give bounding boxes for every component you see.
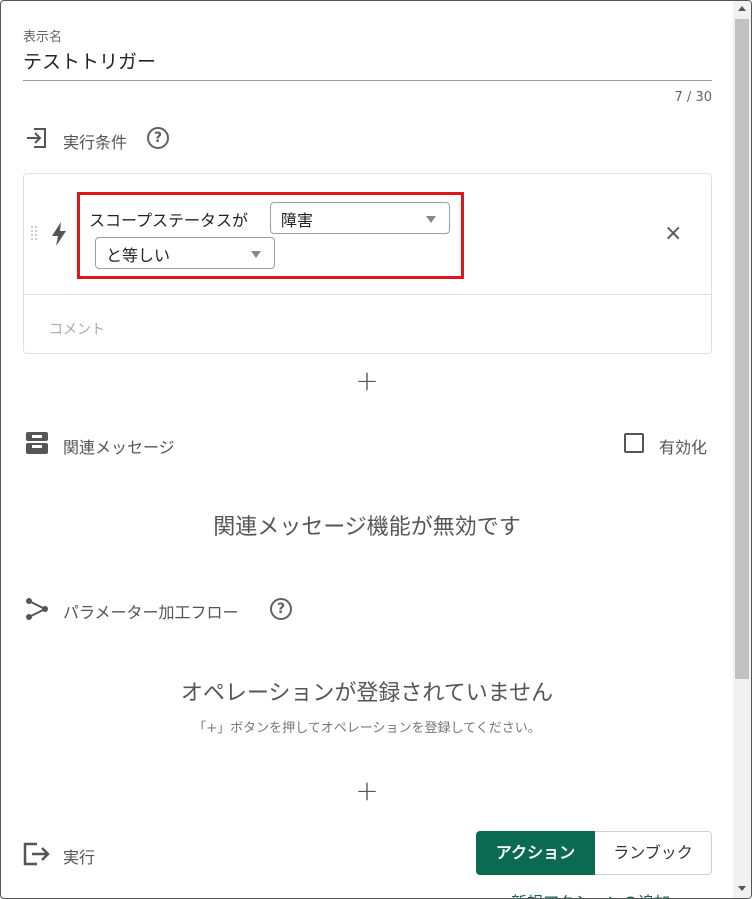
condition-prefix-text: スコープステータスが <box>89 211 249 230</box>
comment-input[interactable]: コメント <box>49 319 105 339</box>
card-divider <box>24 294 711 295</box>
parameter-flow-title: パラメーター加工フロー <box>63 603 239 622</box>
status-select-value: 障害 <box>281 211 314 230</box>
add-operation-button[interactable]: + <box>352 777 382 805</box>
logout-icon <box>23 841 51 867</box>
operator-select-value: と等しい <box>106 246 171 265</box>
tab-runbook[interactable]: ランブック <box>595 831 712 875</box>
condition-rule-highlight: スコープステータスが 障害 と等しい <box>77 192 464 279</box>
dropdown-caret-icon <box>426 216 436 223</box>
tab-action[interactable]: アクション <box>476 831 595 875</box>
execution-title: 実行 <box>63 848 96 867</box>
display-name-label: 表示名 <box>23 30 63 45</box>
drag-handle-icon[interactable] <box>30 224 38 242</box>
condition-card: スコープステータスが 障害 と等しい × コメント <box>23 173 712 354</box>
related-messages-disabled-text: 関連メッセージ機能が無効です <box>213 515 521 540</box>
no-operations-text: オペレーションが登録されていません <box>180 681 554 706</box>
display-name-underline <box>23 80 712 81</box>
trigger-settings-panel: 表示名 テストトリガー 7 / 30 実行条件 ? スコープステータスが 障害 … <box>0 0 752 899</box>
lightning-icon <box>50 221 68 247</box>
dropdown-caret-icon <box>251 251 261 258</box>
help-icon[interactable]: ? <box>147 127 169 149</box>
character-counter: 7 / 30 <box>674 90 712 105</box>
scrollbar[interactable] <box>733 1 751 898</box>
add-condition-button[interactable]: + <box>352 367 382 395</box>
no-operations-hint: 「+」ボタンを押してオペレーションを登録してください。 <box>193 721 541 736</box>
enable-label: 有効化 <box>659 438 708 457</box>
help-icon[interactable]: ? <box>270 598 292 620</box>
add-action-link[interactable]: 新規アクションの追加 <box>511 889 670 898</box>
flow-icon <box>25 597 49 621</box>
scroll-thumb[interactable] <box>735 19 749 679</box>
status-select[interactable]: 障害 <box>270 202 450 234</box>
enable-checkbox[interactable] <box>624 433 644 453</box>
conditions-title: 実行条件 <box>63 133 128 152</box>
display-name-input[interactable]: テストトリガー <box>23 47 156 74</box>
operator-select[interactable]: と等しい <box>95 237 275 269</box>
inbox-icon <box>25 431 49 455</box>
scroll-down-arrow-icon[interactable] <box>738 886 746 891</box>
scroll-up-arrow-icon[interactable] <box>738 6 746 11</box>
login-icon <box>25 126 49 150</box>
remove-condition-icon[interactable]: × <box>664 221 682 246</box>
related-messages-title: 関連メッセージ <box>63 438 175 457</box>
